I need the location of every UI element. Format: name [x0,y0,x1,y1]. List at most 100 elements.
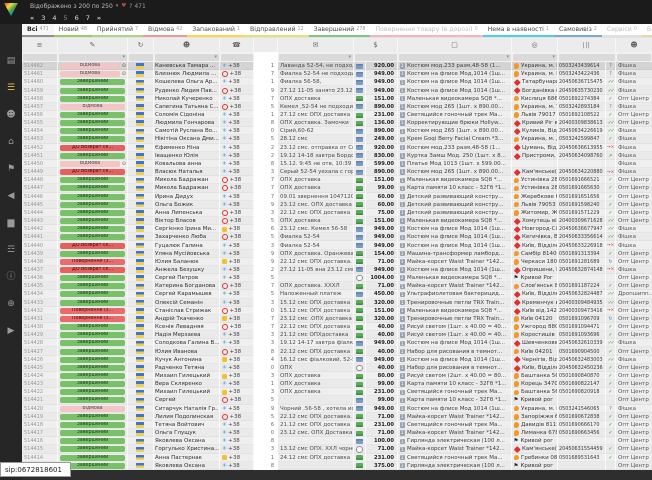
table-row[interactable]: 514449 ДО Возврат ск...⊙ Власюк Наталья … [22,168,652,176]
table-row[interactable]: 514458 Завершений⊙ Николай Кучеренко +38… [22,95,652,103]
table-row[interactable]: 514456 Завершений⊙ Соломія Сідоніна +38 … [22,111,652,119]
table-row[interactable]: 514444 Завершений⊙ Анна Липенська +38 3 … [22,209,652,217]
table-row[interactable]: 514434 Завершений⊙ Сергей Карамышев +38 … [22,290,652,298]
table-row[interactable]: 514443 Завершений⊙ Віктор Власов +38 5 О… [22,217,652,225]
table-row[interactable]: 514442 Завершений⊙ Сергієнко Ірина Ми...… [22,225,652,233]
page-number[interactable]: 3 [41,14,45,22]
table-row[interactable]: 514446 Завершений⊙ Ирина Дидух +38 7 09.… [22,193,652,201]
table-row[interactable]: 514460 Завершений⊙ Кошелева Ольга Ар... … [22,78,652,86]
table-row[interactable]: 514462 Відмова⊙ Каневська Тамара ... +38… [22,62,652,70]
table-row[interactable]: 514423 Завершений⊙ Вера Скляренко +38 1 … [22,380,652,388]
reports-icon[interactable]: ▆ [0,210,22,237]
table-row[interactable]: 514461 Відмова⊙ Близнюк Людмила ... +38 … [22,70,652,78]
first-page-button[interactable]: « [30,14,34,22]
favorite-filter-icon[interactable]: ♥ [121,3,126,9]
table-row[interactable]: 514425 Завершений⊙ Радченко Тетяна +38 0… [22,364,652,372]
filter-sync[interactable] [129,54,153,61]
table-row[interactable]: 514457 Відмова⊙ Сапегина Татьяна С... +3… [22,103,652,111]
column-header-customer[interactable]: ☻ [154,38,220,52]
table-row[interactable]: 514452 ДО Возврат ск...⊙ Єфименко Ніна +… [22,144,652,152]
table-row[interactable]: 514436 Завершений⊙ Сергей Петров +38 5 1… [22,274,652,282]
table-row[interactable]: 514453 Завершений⊙ Нікітіна Оксана Дми..… [22,135,652,143]
table-row[interactable]: 514454 Завершений⊙ Самотій Руслана Во...… [22,127,652,135]
status-tab[interactable]: Новий48 [54,24,92,37]
tags-icon[interactable]: ⚑ [0,156,22,183]
table-row[interactable]: 514433 Завершений⊙ Олексій Семанін +38 3… [22,299,652,307]
table-row[interactable]: 514435 Завершений⊙ Катерина Богданова +3… [22,282,652,290]
table-row[interactable]: 514419 Завершений⊙ Лилия Подолинская +38… [22,413,652,421]
filter-comment[interactable]: ▾ [279,54,353,61]
column-header-comment[interactable]: ✉ [278,38,354,52]
column-header-id[interactable]: ≡ [22,38,58,52]
page-number[interactable]: 6 [75,14,79,22]
table-row[interactable]: 514417 Завершений⊙ Ольга Глущук +38 0 23… [22,429,652,437]
column-header-payment[interactable]: $ [354,38,398,52]
filter-id[interactable] [23,54,57,61]
filter-status[interactable]: ▾ [59,54,127,61]
table-row[interactable]: 514428 Завершений⊙ Солодкова Галина В...… [22,339,652,347]
column-header-tracking[interactable]: ||| [558,38,616,52]
column-header-destination[interactable]: ◎ [512,38,558,52]
table-row[interactable]: 514441 Завершений⊙ Захарченко Люба +38 5… [22,233,652,241]
table-row[interactable]: 514416 Завершений⊙ Яковлева Оксана +38 8… [22,437,652,445]
announcements-icon[interactable]: ◀ [0,183,22,210]
table-row[interactable]: 514420 Відмова⊙ Ситарчук Наталія Гр... +… [22,405,652,413]
finance-icon[interactable]: ⌂ [0,129,22,156]
status-tab[interactable]: Прийнятий7 [92,24,143,37]
column-header-status[interactable]: ✎ [58,38,128,52]
filter-phone[interactable] [221,54,253,61]
column-header-calls[interactable] [254,38,278,52]
chevron-down-icon[interactable]: ▾ [116,3,119,9]
column-header-phone[interactable]: ☎ [220,38,254,52]
status-tab[interactable]: Завершений278 [309,24,371,37]
dashboard-icon[interactable]: ▤ [0,48,22,75]
status-tab[interactable]: Запакований1 [187,24,245,37]
filter-tracking[interactable] [559,54,615,61]
table-row[interactable]: 514421 Завершений⊙ Сергей +38 5 99.00 1К… [22,396,652,404]
table-row[interactable]: 514437 ДО Возврат ск...⊙ Анжела Безушку … [22,266,652,274]
status-tab[interactable]: Нема в наявності1 [483,24,554,37]
table-row[interactable]: 514459 Завершений⊙ Руденко Лидия Пав... … [22,86,652,94]
orders-icon[interactable]: ☰ [0,75,22,102]
shown-range-label[interactable]: Відображено з 200 по 250 [30,3,113,10]
page-number[interactable]: 7 [86,14,90,22]
table-row[interactable]: 514440 ДО Возврат ск...⊙ Гуцалюк Галина … [22,241,652,249]
table-row[interactable]: 514448 Завершений⊙ Микола Бадражан +38 7… [22,176,652,184]
table-row[interactable]: 514414 Завершений⊙ Анна Пастернак +38 1 … [22,454,652,462]
table-row[interactable]: 514422 Завершений⊙ Михаил Гилецький +38 … [22,388,652,396]
table-row[interactable]: 514413 Завершений⊙ Яковлева Оксана +38 8… [22,462,652,470]
status-tab[interactable]: Повернення товару (в дорозі)0 [370,24,482,37]
table-row[interactable]: 514427 Завершений⊙ Юлия Иванова +38 8 22… [22,347,652,355]
table-row[interactable]: 514432 Повернення (з...⊙ Станіслав Стриж… [22,307,652,315]
status-tab[interactable]: Всі471 [22,24,54,37]
page-number[interactable]: 5 [63,14,67,22]
table-row[interactable]: 514455 Завершений⊙ Людмила Гончарова +38… [22,119,652,127]
status-tab[interactable]: Відмова42 [143,24,187,37]
web-icon[interactable]: ⊕ [0,291,22,318]
column-header-product[interactable]: ▢ [398,38,512,52]
customers-icon[interactable]: ☻ [0,102,22,129]
table-row[interactable]: 514431 Повернення (з...⊙ Андрій Ткаченко… [22,315,652,323]
table-row[interactable]: 514450 Відмова⊙ Ковальова анна +38 8 15.… [22,160,652,168]
table-row[interactable]: 514445 Завершений⊙ Ольга Божик +38 9 23.… [22,201,652,209]
status-tab[interactable]: Сервіси0 [602,24,642,37]
filter-destination[interactable]: ▾ [513,54,557,61]
filter-product[interactable]: ▾ [399,54,511,61]
video-icon[interactable]: ▶ [0,318,22,345]
settings-sliders-icon[interactable]: ☲ [0,237,22,264]
table-row[interactable]: 514430 Завершений⊙ Ксенія Левадняя +38 7… [22,323,652,331]
table-row[interactable]: 514438 Повернення (з...⊙ Юлия Баланюк +3… [22,258,652,266]
table-row[interactable]: 514439 Завершений⊙ Уляна Мусійовська +38… [22,250,652,258]
table-row[interactable]: 514447 Завершений⊙ Микола Бадражан +38 7… [22,184,652,192]
table-row[interactable]: 514429 Завершений⊙ Надія Мерзаєва +38 3 … [22,331,652,339]
info-icon[interactable]: ⓘ [0,264,22,291]
column-header-sync[interactable]: ↻ [128,38,154,52]
status-tab[interactable]: Відправлений12 [245,24,309,37]
status-tab[interactable]: Самовивіз2 [554,24,602,37]
status-tab[interactable]: В дорозі додому0 [642,24,652,37]
table-row[interactable]: 514451 Завершений⊙ Іващенко Юлія +38 2 1… [22,152,652,160]
table-row[interactable]: 514424 Завершений⊙ Михаил Гилецький +38 … [22,372,652,380]
filter-customer[interactable]: ▾ [155,54,219,61]
table-row[interactable]: 514418 Завершений⊙ Тетяна Войтович +38 6… [22,421,652,429]
last-page-button[interactable]: » [97,14,101,22]
